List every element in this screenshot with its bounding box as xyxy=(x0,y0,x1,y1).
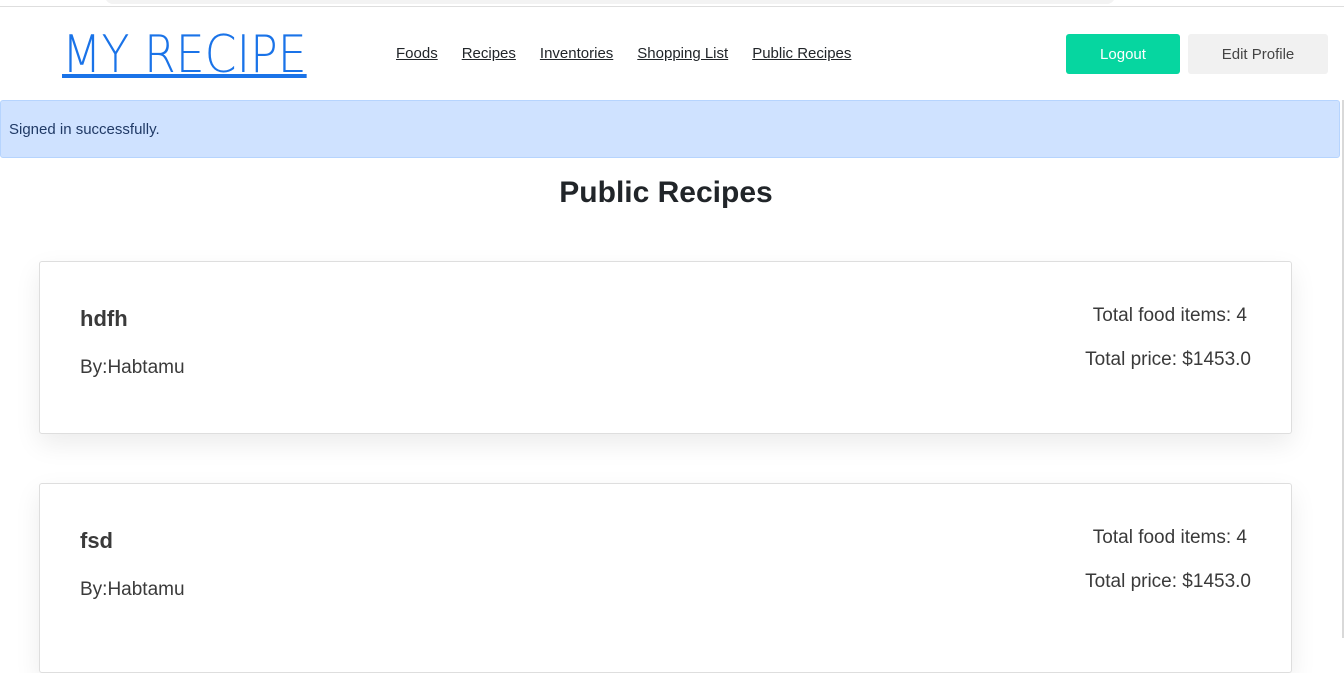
site-header: MY RECIPE Foods Recipes Inventories Shop… xyxy=(0,7,1344,100)
browser-top-edge xyxy=(0,0,1344,7)
nav-inventories[interactable]: Inventories xyxy=(540,45,613,63)
recipe-total-price: Total price: $1453.0 xyxy=(1085,349,1251,370)
edit-profile-button[interactable]: Edit Profile xyxy=(1188,34,1328,74)
logout-button[interactable]: Logout xyxy=(1066,34,1180,74)
nav-recipes[interactable]: Recipes xyxy=(462,45,516,63)
recipe-total-items: Total food items: 4 xyxy=(1092,305,1247,326)
recipe-total-items: Total food items: 4 xyxy=(1092,527,1247,548)
recipe-total-price: Total price: $1453.0 xyxy=(1085,571,1251,592)
page-title: Public Recipes xyxy=(559,176,773,209)
recipe-name[interactable]: fsd xyxy=(80,528,113,554)
main-nav: Foods Recipes Inventories Shopping List … xyxy=(396,45,875,63)
recipe-card[interactable]: hdfh By:Habtamu Total food items: 4 Tota… xyxy=(39,261,1292,434)
nav-public-recipes[interactable]: Public Recipes xyxy=(752,45,851,63)
recipe-name[interactable]: hdfh xyxy=(80,306,128,332)
logo-link[interactable]: MY RECIPE xyxy=(62,23,307,87)
flash-alert: Signed in successfully. xyxy=(0,100,1340,158)
browser-top-pill xyxy=(105,0,1115,4)
nav-shopping-list[interactable]: Shopping List xyxy=(637,45,728,63)
recipe-author: By:Habtamu xyxy=(80,357,185,378)
alert-message: Signed in successfully. xyxy=(9,121,160,138)
recipe-author: By:Habtamu xyxy=(80,579,185,600)
nav-foods[interactable]: Foods xyxy=(396,45,438,63)
recipe-card[interactable]: fsd By:Habtamu Total food items: 4 Total… xyxy=(39,483,1292,673)
